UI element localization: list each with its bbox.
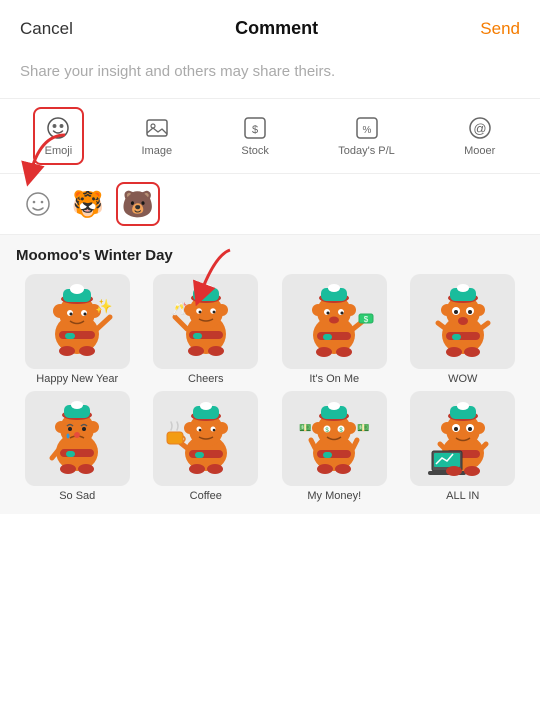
sticker-category-title: Moomoo's Winter Day [16,247,524,264]
sticker-img-my-money: $ $ 💵 💵 [282,391,387,486]
toolbar-image-label: Image [142,145,173,157]
svg-text:$: $ [252,124,258,136]
toolbar-stock-label: Stock [241,145,269,157]
sticker-area: Moomoo's Winter Day [0,235,540,514]
sticker-label-cheers: Cheers [188,373,223,385]
toolbar-mooer[interactable]: @ Mooer [452,107,507,165]
sticker-so-sad[interactable]: So Sad [16,391,139,502]
sticker-label-wow: WOW [448,373,477,385]
svg-text:✨: ✨ [96,298,113,314]
smiley-sub-icon [24,190,52,218]
toolbar-mooer-label: Mooer [464,145,495,157]
emoji-sub-smiley[interactable] [16,182,60,226]
sticker-wow[interactable]: WOW [402,274,525,385]
cancel-button[interactable]: Cancel [20,19,73,39]
send-button[interactable]: Send [480,19,520,39]
emoji-sub-hat[interactable]: 🐻 [116,182,160,226]
header: Cancel Comment Send [0,0,540,51]
stock-icon: $ [242,115,268,141]
sticker-img-wow [410,274,515,369]
sticker-label-its-on-me: It's On Me [309,373,359,385]
sticker-img-its-on-me: $ [282,274,387,369]
sticker-img-happy-new-year: ✨ [25,274,130,369]
image-icon [144,115,170,141]
svg-text:🥂: 🥂 [171,301,187,316]
emoji-sub-fire[interactable]: 🐯 [66,182,110,226]
svg-text:$: $ [364,315,369,324]
sticker-happy-new-year[interactable]: ✨ Happy New Year [16,274,139,385]
sticker-my-money[interactable]: $ $ 💵 💵 My Money! [273,391,396,502]
sticker-cheers[interactable]: 🥂 Cheers [145,274,268,385]
svg-text:%: % [362,125,371,136]
sticker-coffee[interactable]: Coffee [145,391,268,502]
toolbar-pnl-label: Today's P/L [338,145,395,157]
page-title: Comment [235,18,318,39]
mooer-icon: @ [467,115,493,141]
toolbar-stock[interactable]: $ Stock [229,107,281,165]
sticker-img-so-sad [25,391,130,486]
sticker-label-so-sad: So Sad [59,490,95,502]
toolbar-emoji-label: Emoji [45,145,73,157]
toolbar: Emoji Image $ Stock % Today's P/L [0,98,540,173]
page-container: Cancel Comment Send Share your insight a… [0,0,540,720]
toolbar-pnl[interactable]: % Today's P/L [326,107,407,165]
comment-placeholder[interactable]: Share your insight and others may share … [0,51,540,98]
toolbar-emoji[interactable]: Emoji [33,107,85,165]
sticker-label-my-money: My Money! [307,490,361,502]
svg-text:@: @ [473,121,486,136]
sticker-label-all-in: ALL IN [446,490,479,502]
sticker-all-in[interactable]: ALL IN [402,391,525,502]
toolbar-image[interactable]: Image [130,107,185,165]
svg-text:💵: 💵 [357,423,369,434]
sticker-grid: ✨ Happy New Year [16,274,524,502]
emoji-icon [45,115,71,141]
sticker-label-coffee: Coffee [190,490,222,502]
emoji-subtoolbar: 🐯 🐻 [0,173,540,235]
svg-text:💵: 💵 [299,423,311,434]
pnl-icon: % [354,115,380,141]
sticker-img-cheers: 🥂 [153,274,258,369]
sticker-img-all-in [410,391,515,486]
sticker-img-coffee [153,391,258,486]
sticker-scroll-area[interactable]: Moomoo's Winter Day [0,235,540,720]
sticker-label-happy-new-year: Happy New Year [36,373,118,385]
sticker-its-on-me[interactable]: $ It's On Me [273,274,396,385]
